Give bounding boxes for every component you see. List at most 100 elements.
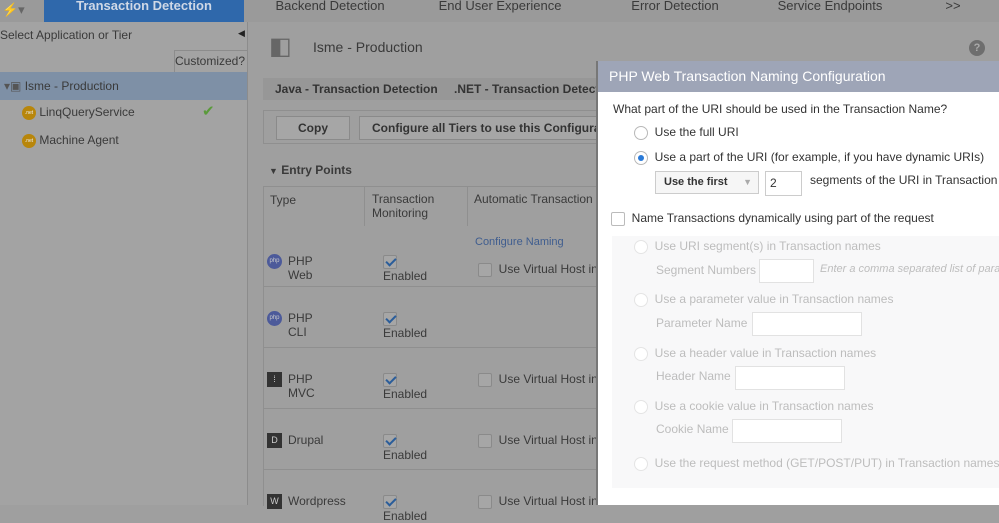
dotnet-icon: .net bbox=[22, 133, 36, 148]
segment-numbers-input[interactable] bbox=[759, 259, 814, 283]
uri-question: What part of the URI should be used in t… bbox=[613, 102, 948, 116]
row-divider bbox=[263, 408, 603, 409]
tab-more[interactable]: >> bbox=[935, 0, 971, 22]
checkbox[interactable] bbox=[383, 433, 397, 448]
virtual-host-checkbox[interactable]: Use Virtual Host in bbox=[478, 433, 598, 448]
entry-points-section[interactable]: ▼ Entry Points bbox=[269, 163, 352, 177]
checkbox[interactable] bbox=[478, 372, 492, 387]
option-label: Use a part of the URI (for example, if y… bbox=[654, 150, 985, 164]
checkbox[interactable] bbox=[383, 372, 397, 387]
entry-type: Wordpress bbox=[288, 494, 346, 508]
application-icon: ◧ bbox=[269, 33, 292, 60]
option-label: Use URI segment(s) in Transaction names bbox=[654, 239, 881, 253]
radio-icon[interactable] bbox=[634, 150, 648, 165]
checkbox[interactable] bbox=[478, 494, 492, 509]
checkbox[interactable] bbox=[383, 494, 397, 509]
checkbox[interactable] bbox=[478, 262, 492, 277]
segment-mode-select[interactable]: Use the first ▼ bbox=[655, 171, 759, 194]
header-name-input[interactable] bbox=[735, 366, 845, 390]
radio-uri-segments[interactable]: Use URI segment(s) in Transaction names bbox=[634, 239, 881, 254]
radio-parameter[interactable]: Use a parameter value in Transaction nam… bbox=[634, 292, 893, 307]
checkbox-label: Enabled bbox=[383, 268, 428, 283]
sidebar-item-machine-agent[interactable]: .net Machine Agent bbox=[0, 126, 247, 154]
tab-end-user-experience[interactable]: End User Experience bbox=[420, 0, 580, 22]
checkbox[interactable] bbox=[383, 311, 397, 326]
checkbox[interactable] bbox=[611, 211, 625, 226]
dotnet-icon: .net bbox=[22, 105, 36, 120]
monitoring-enabled-checkbox[interactable]: Enabled bbox=[383, 433, 427, 462]
tab-service-endpoints[interactable]: Service Endpoints bbox=[750, 0, 910, 22]
mvc-icon: ⁞ bbox=[267, 372, 282, 387]
virtual-host-checkbox[interactable]: Use Virtual Host in bbox=[478, 262, 598, 277]
tab-backend-detection[interactable]: Backend Detection bbox=[250, 0, 410, 22]
monitoring-enabled-checkbox[interactable]: Enabled bbox=[383, 311, 427, 340]
select-value: Use the first bbox=[664, 176, 728, 188]
virtual-host-checkbox[interactable]: Use Virtual Host in bbox=[478, 372, 598, 387]
segments-count-input[interactable]: 2 bbox=[765, 171, 802, 196]
checkbox-label: Enabled bbox=[383, 508, 428, 523]
cookie-name-input[interactable] bbox=[732, 419, 842, 443]
checkbox[interactable] bbox=[383, 254, 397, 269]
parameter-name-input[interactable] bbox=[752, 312, 862, 336]
php-web-naming-dialog: PHP Web Transaction Naming Configuration… bbox=[596, 61, 999, 505]
radio-request-method[interactable]: Use the request method (GET/POST/PUT) in… bbox=[634, 456, 999, 471]
item-label: LinqQueryService bbox=[39, 105, 135, 119]
entry-type: PHP Web bbox=[288, 254, 313, 282]
monitoring-enabled-checkbox[interactable]: Enabled bbox=[383, 372, 427, 401]
radio-icon[interactable] bbox=[634, 292, 648, 307]
entry-type: Drupal bbox=[288, 433, 324, 447]
caret-down-icon: ▼ bbox=[269, 166, 278, 176]
radio-icon[interactable] bbox=[634, 456, 648, 471]
option-label: Use a cookie value in Transaction names bbox=[654, 399, 874, 413]
php-icon: php bbox=[267, 254, 282, 269]
section-label: Entry Points bbox=[281, 163, 352, 177]
option-label: Use the request method (GET/POST/PUT) in… bbox=[654, 456, 999, 470]
entry-type: PHP MVC bbox=[288, 372, 315, 400]
checkbox-label: Enabled bbox=[383, 386, 428, 401]
sidebar-item-linqqueryservice[interactable]: .net LinqQueryService ✔ bbox=[0, 98, 247, 126]
option-label: Use the full URI bbox=[654, 125, 739, 139]
sidebar-title: Select Application or Tier bbox=[0, 28, 133, 42]
top-nav: ⚡▾ Transaction Detection Backend Detecti… bbox=[0, 0, 999, 22]
entry-type: PHP CLI bbox=[288, 311, 313, 339]
configure-all-tiers-button[interactable]: Configure all Tiers to use this Configur… bbox=[359, 116, 609, 140]
subtab-dotnet[interactable]: .NET - Transaction Detecti bbox=[454, 82, 603, 96]
radio-part-uri[interactable]: Use a part of the URI (for example, if y… bbox=[634, 150, 984, 165]
drupal-icon: D bbox=[267, 433, 282, 448]
dialog-title: PHP Web Transaction Naming Configuration bbox=[598, 61, 999, 92]
segment-numbers-label: Segment Numbers bbox=[656, 263, 757, 277]
collapse-icon[interactable]: ◀ bbox=[238, 28, 245, 39]
radio-header[interactable]: Use a header value in Transaction names bbox=[634, 346, 876, 361]
checkbox-label: Use Virtual Host in bbox=[498, 433, 598, 447]
monitoring-enabled-checkbox[interactable]: Enabled bbox=[383, 494, 427, 523]
dynamic-options-panel: Use URI segment(s) in Transaction names … bbox=[612, 236, 999, 488]
configure-naming-link[interactable]: Configure Naming bbox=[475, 236, 564, 248]
checkbox-label: Enabled bbox=[383, 447, 428, 462]
header-name-label: Header Name bbox=[656, 369, 731, 383]
sidebar-item-isme-production[interactable]: ▾▣ Isme - Production bbox=[0, 72, 247, 100]
tab-error-detection[interactable]: Error Detection bbox=[595, 0, 755, 22]
cookie-name-label: Cookie Name bbox=[656, 422, 729, 436]
radio-icon[interactable] bbox=[634, 399, 648, 414]
checkbox-label: Enabled bbox=[383, 325, 428, 340]
radio-icon[interactable] bbox=[634, 346, 648, 361]
radio-icon[interactable] bbox=[634, 125, 648, 140]
tab-transaction-detection[interactable]: Transaction Detection bbox=[44, 0, 244, 22]
help-icon[interactable]: ? bbox=[969, 40, 985, 56]
dropdown-arrow-icon: ▼ bbox=[743, 177, 752, 187]
php-icon: php bbox=[267, 311, 282, 326]
row-divider bbox=[263, 469, 603, 470]
sidebar: Select Application or Tier ◀ Customized?… bbox=[0, 22, 248, 505]
copy-button[interactable]: Copy bbox=[276, 116, 350, 140]
radio-icon[interactable] bbox=[634, 239, 648, 254]
checkbox[interactable] bbox=[478, 433, 492, 448]
radio-full-uri[interactable]: Use the full URI bbox=[634, 125, 739, 140]
checkbox-label: Use Virtual Host in bbox=[498, 494, 598, 508]
monitoring-enabled-checkbox[interactable]: Enabled bbox=[383, 254, 427, 283]
virtual-host-checkbox[interactable]: Use Virtual Host in bbox=[478, 494, 598, 509]
checkbox-label: Name Transactions dynamically using part… bbox=[631, 211, 934, 225]
lightning-menu-icon[interactable]: ⚡▾ bbox=[2, 2, 25, 18]
dynamic-naming-checkbox[interactable]: Name Transactions dynamically using part… bbox=[611, 211, 934, 226]
subtab-java[interactable]: Java - Transaction Detection bbox=[275, 82, 438, 96]
radio-cookie[interactable]: Use a cookie value in Transaction names bbox=[634, 399, 873, 414]
